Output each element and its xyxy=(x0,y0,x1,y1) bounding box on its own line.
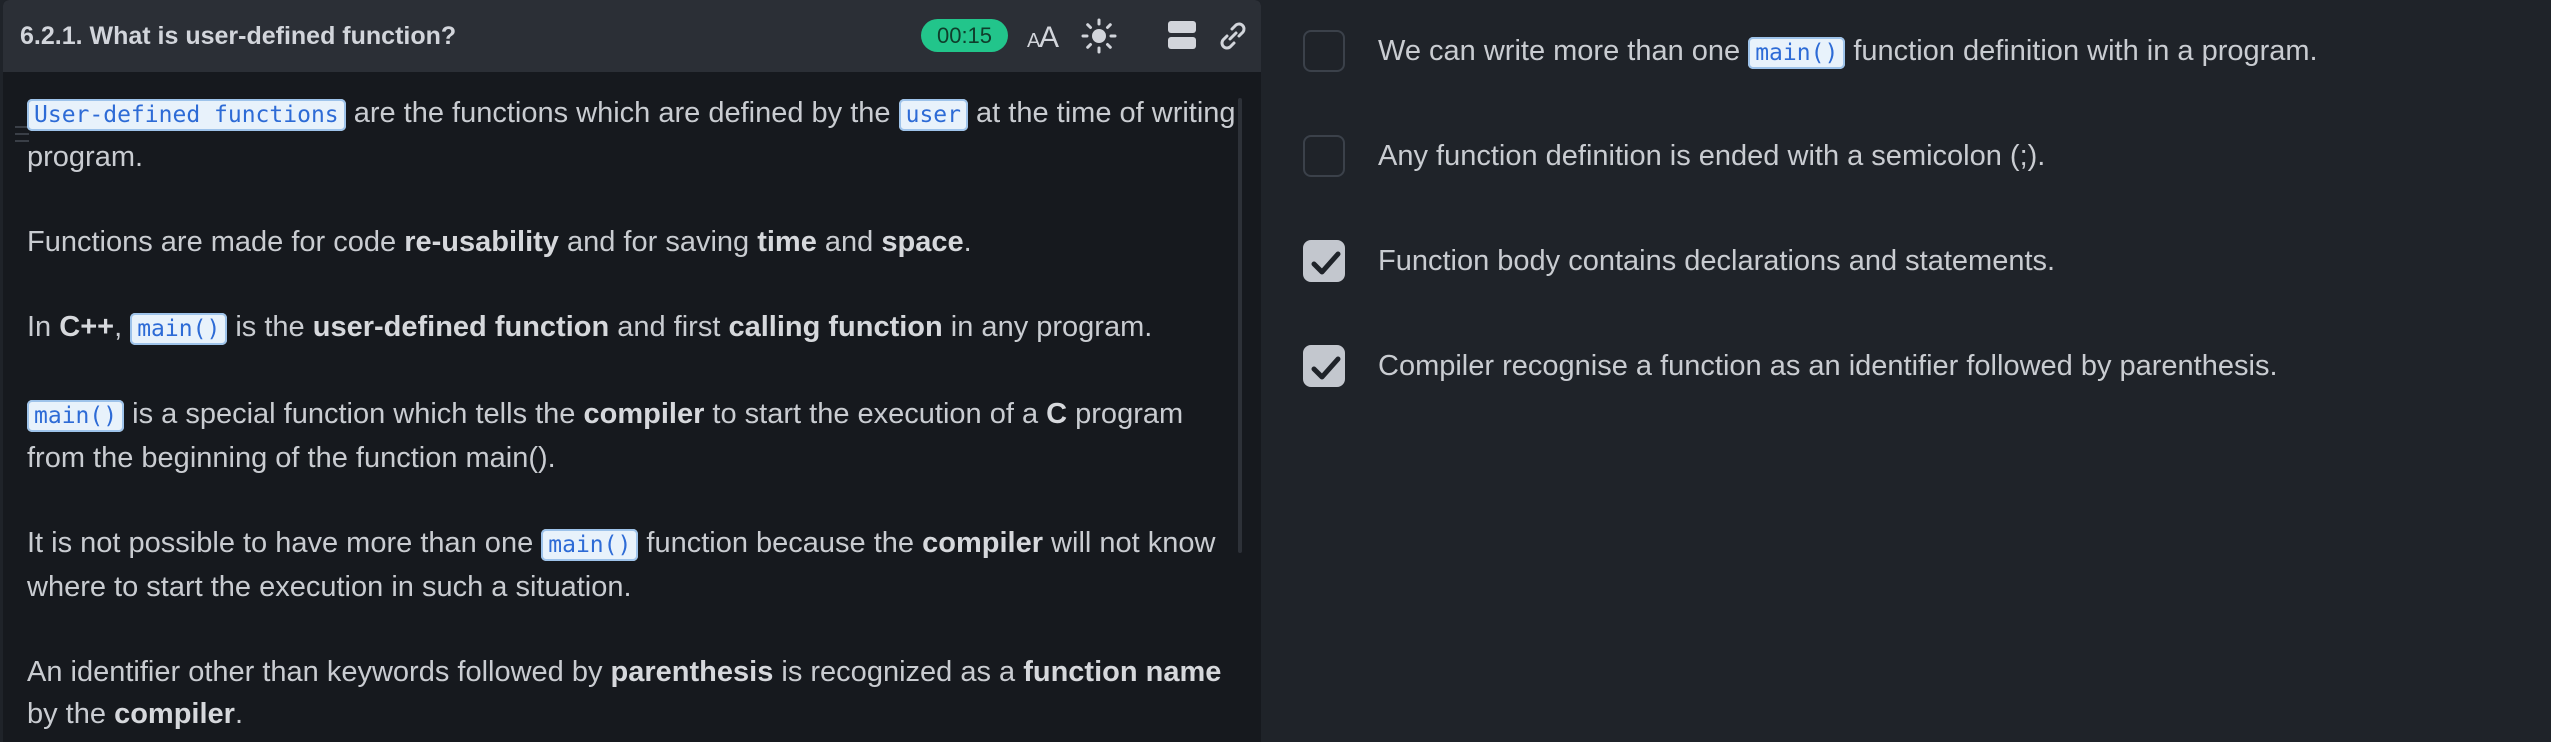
code-term: user xyxy=(898,99,968,131)
option-2[interactable]: Any function definition is ended with a … xyxy=(1303,135,2503,183)
text: We can write more than one xyxy=(1378,35,1749,67)
paragraph-5: It is not possible to have more than one… xyxy=(27,522,1237,608)
lesson-content: User-defined functions are the functions… xyxy=(27,92,1237,742)
timer-badge: 00:15 xyxy=(921,19,1008,52)
bold-term: user-defined function xyxy=(312,311,610,343)
text: . xyxy=(234,698,243,730)
text: by the xyxy=(27,698,115,730)
text: are the functions which are defined by t… xyxy=(345,97,899,129)
lesson-panel: 6.2.1. What is user-defined function? 00… xyxy=(3,0,1261,742)
bold-term: re-usability xyxy=(404,226,559,258)
code-term: main() xyxy=(541,529,639,561)
text: . xyxy=(963,226,972,258)
text: function because the xyxy=(638,527,923,559)
bold-term: parenthesis xyxy=(610,656,774,688)
text: is the xyxy=(227,311,313,343)
option-label: Compiler recognise a function as an iden… xyxy=(1378,350,2278,382)
option-3[interactable]: Function body contains declarations and … xyxy=(1303,240,2503,288)
code-term: User-defined functions xyxy=(27,99,346,131)
text: is a special function which tells the xyxy=(124,398,584,430)
code-term: main() xyxy=(27,400,125,432)
checkmark-icon xyxy=(1311,356,1341,380)
option-checkbox-checked[interactable] xyxy=(1303,240,1345,282)
text: in any program. xyxy=(942,311,1153,343)
bold-term: time xyxy=(757,226,817,258)
option-4[interactable]: Compiler recognise a function as an iden… xyxy=(1303,345,2503,393)
link-icon[interactable] xyxy=(1213,16,1253,56)
paragraph-3: In C++, main() is the user-defined funct… xyxy=(27,306,1237,350)
font-size-icon[interactable]: A A xyxy=(1025,16,1065,56)
bold-term: compiler xyxy=(583,398,705,430)
code-term: main() xyxy=(130,313,228,345)
option-checkbox[interactable] xyxy=(1303,30,1345,72)
paragraph-1: User-defined functions are the functions… xyxy=(27,92,1237,178)
paragraph-6: An identifier other than keywords follow… xyxy=(27,651,1237,735)
option-label: Any function definition is ended with a … xyxy=(1378,140,2046,172)
text: to start the execution of a xyxy=(704,398,1047,430)
bold-term: space xyxy=(881,226,964,258)
text: is recognized as a xyxy=(773,656,1024,688)
text: and xyxy=(816,226,882,258)
page-title: 6.2.1. What is user-defined function? xyxy=(20,22,457,50)
option-1[interactable]: We can write more than one main() functi… xyxy=(1303,30,2503,78)
bold-term: calling function xyxy=(728,311,943,343)
bold-term: compiler xyxy=(114,698,235,730)
text: Functions are made for code xyxy=(27,226,405,258)
text: function definition with in a program. xyxy=(1845,35,2318,67)
option-label: We can write more than one main() functi… xyxy=(1378,30,2318,74)
lesson-header: 6.2.1. What is user-defined function? 00… xyxy=(3,0,1261,72)
paragraph-2: Functions are made for code re-usability… xyxy=(27,221,1237,263)
text: and first xyxy=(609,311,729,343)
text: and for saving xyxy=(558,226,758,258)
sun-icon[interactable] xyxy=(1079,16,1119,56)
text: It is not possible to have more than one xyxy=(27,527,542,559)
paragraph-4: main() is a special function which tells… xyxy=(27,393,1237,479)
split-layout-icon[interactable] xyxy=(1163,16,1203,56)
bold-term: compiler xyxy=(922,527,1043,559)
text: In xyxy=(27,311,60,343)
code-term: main() xyxy=(1748,37,1846,69)
bold-term: C xyxy=(1046,398,1068,430)
font-size-glyph-large: A xyxy=(1039,21,1059,54)
option-label: Function body contains declarations and … xyxy=(1378,245,2056,277)
checkmark-icon xyxy=(1311,251,1341,275)
text: An identifier other than keywords follow… xyxy=(27,656,611,688)
bold-term: C++ xyxy=(59,311,115,343)
option-checkbox[interactable] xyxy=(1303,135,1345,177)
option-checkbox-checked[interactable] xyxy=(1303,345,1345,387)
text: , xyxy=(114,311,131,343)
bold-term: function name xyxy=(1023,656,1222,688)
content-scrollbar[interactable] xyxy=(1238,98,1242,553)
